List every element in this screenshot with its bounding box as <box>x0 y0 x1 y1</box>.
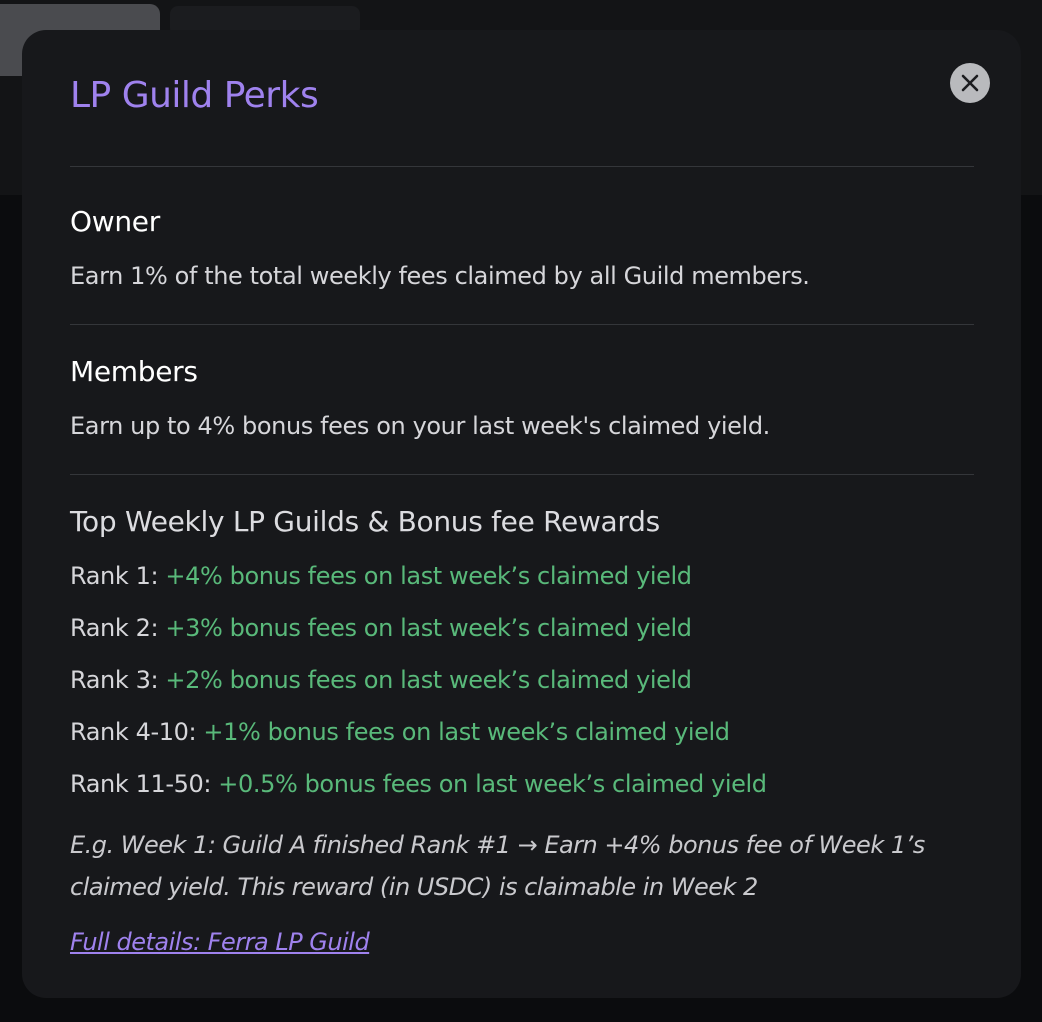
rank-label: Rank 4-10: <box>70 718 197 746</box>
owner-description: Earn 1% of the total weekly fees claimed… <box>70 262 810 290</box>
close-button[interactable] <box>950 63 990 103</box>
reward-example: E.g. Week 1: Guild A finished Rank #1 → … <box>70 831 925 901</box>
rank-row: Rank 4-10: +1% bonus fees on last week’s… <box>70 716 730 748</box>
members-heading: Members <box>70 355 198 388</box>
rank-row: Rank 1: +4% bonus fees on last week’s cl… <box>70 560 692 592</box>
rank-row: Rank 2: +3% bonus fees on last week’s cl… <box>70 612 692 644</box>
rank-reward: +2% bonus fees on last week’s claimed yi… <box>165 666 692 694</box>
rank-reward: +1% bonus fees on last week’s claimed yi… <box>203 718 730 746</box>
rank-reward: +0.5% bonus fees on last week’s claimed … <box>218 770 767 798</box>
full-details-link[interactable]: Full details: Ferra LP Guild <box>70 926 370 958</box>
rank-label: Rank 1: <box>70 562 159 590</box>
rank-reward: +4% bonus fees on last week’s claimed yi… <box>165 562 692 590</box>
rank-reward: +3% bonus fees on last week’s claimed yi… <box>165 614 692 642</box>
lp-guild-perks-modal: LP Guild Perks Owner Earn 1% of the tota… <box>22 30 1021 998</box>
rank-row: Rank 11-50: +0.5% bonus fees on last wee… <box>70 768 767 800</box>
rewards-heading: Top Weekly LP Guilds & Bonus fee Rewards <box>70 505 660 538</box>
modal-title: LP Guild Perks <box>70 75 319 116</box>
members-description: Earn up to 4% bonus fees on your last we… <box>70 412 770 440</box>
rank-label: Rank 3: <box>70 666 159 694</box>
rank-label: Rank 11-50: <box>70 770 212 798</box>
rank-label: Rank 2: <box>70 614 159 642</box>
divider <box>70 324 974 325</box>
divider <box>70 166 974 167</box>
close-icon <box>961 74 979 92</box>
owner-heading: Owner <box>70 205 160 238</box>
rank-row: Rank 3: +2% bonus fees on last week’s cl… <box>70 664 692 696</box>
divider <box>70 474 974 475</box>
